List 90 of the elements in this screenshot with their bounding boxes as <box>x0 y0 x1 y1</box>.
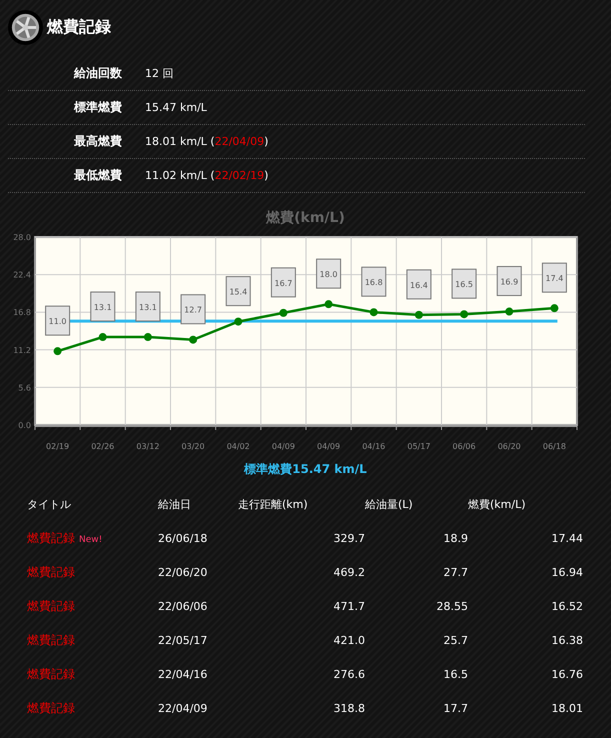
record-link[interactable]: 燃費記録 <box>27 564 75 578</box>
data-label: 18.0 <box>316 258 342 289</box>
chart-title: 燃費(km/L) <box>264 209 346 227</box>
table-cell-text: 18.9 <box>442 532 468 544</box>
table-cell-text: 469.2 <box>332 566 365 578</box>
y-tick-label: 16.8 <box>13 308 31 318</box>
x-tick-label: 06/18 <box>542 442 566 451</box>
data-label: 16.8 <box>361 266 386 297</box>
x-tick-label: 06/20 <box>498 442 521 451</box>
x-tick-label: 04/09 <box>317 442 340 451</box>
data-point <box>370 308 378 316</box>
table-cell-text: 16.52 <box>550 600 583 612</box>
table-cell-text: 25.7 <box>442 634 468 646</box>
data-point <box>460 310 468 318</box>
table-cell-text: 16.5 <box>442 668 468 680</box>
y-tick-label: 28.0 <box>13 233 31 242</box>
x-tick-label: 04/16 <box>362 442 386 451</box>
stat-value: 11.02 km/L (22/02/19) <box>145 169 268 182</box>
table-cell-text: 17.7 <box>442 702 468 714</box>
data-label: 15.4 <box>226 276 251 306</box>
x-tick-label: 03/12 <box>136 442 160 451</box>
data-label: 16.5 <box>452 268 477 299</box>
data-point <box>144 333 152 342</box>
table-cell-text: 318.8 <box>332 702 365 714</box>
data-point <box>54 347 62 356</box>
stat-label: 最低燃費 <box>73 167 122 184</box>
record-link[interactable]: 燃費記録 <box>27 700 75 714</box>
table-cell-text: 22/04/16 <box>158 668 208 680</box>
stat-value: 12 回 <box>145 66 174 81</box>
column-header: 給油量(L) <box>365 497 414 512</box>
y-tick-label: 0.0 <box>18 421 31 430</box>
stat-label: 標準燃費 <box>72 99 122 116</box>
table-cell-text: 16.76 <box>550 668 583 680</box>
record-link[interactable]: 燃費記録 <box>27 632 75 646</box>
new-label: New! <box>79 534 102 544</box>
table-cell-text: 16.94 <box>550 566 583 578</box>
stat-label: 最高燃費 <box>73 133 122 150</box>
record-link[interactable]: 燃費記録 <box>27 530 75 544</box>
x-tick-label: 04/09 <box>272 442 295 451</box>
table-cell-text: 26/06/18 <box>158 532 208 544</box>
standard-caption: 標準燃費15.47 km/L <box>242 461 368 478</box>
y-tick-label: 5.6 <box>18 383 31 392</box>
table-cell-text: 17.44 <box>550 532 583 544</box>
table-cell-text: 276.6 <box>332 668 365 680</box>
table-cell-text: 18.01 <box>550 702 583 714</box>
data-label: 12.7 <box>180 294 206 324</box>
data-label: 13.1 <box>135 292 160 322</box>
data-label: 16.7 <box>270 267 296 298</box>
data-point <box>505 308 514 316</box>
stat-value: 15.47 km/L <box>145 101 207 114</box>
stat-label: 給油回数 <box>72 65 122 82</box>
y-tick-label: 22.4 <box>13 270 31 280</box>
y-tick-label: 11.2 <box>13 346 31 355</box>
x-tick-label: 05/17 <box>407 442 430 451</box>
table-cell-text: 27.7 <box>442 566 468 578</box>
data-point <box>234 318 242 326</box>
page-title: 燃費記録 <box>47 16 111 38</box>
table-cell-text: 16.38 <box>550 634 583 646</box>
column-header: 走行距離(km) <box>238 497 309 512</box>
x-tick-label: 02/26 <box>91 442 114 451</box>
data-point <box>189 336 198 344</box>
data-point <box>550 304 558 312</box>
wheel-icon <box>8 10 43 44</box>
table-cell-text: 329.7 <box>332 532 365 544</box>
x-tick-label: 02/19 <box>46 442 70 451</box>
table-cell-text: 471.7 <box>332 600 365 612</box>
table-cell-text: 22/06/20 <box>158 566 208 578</box>
table-cell-text: 22/04/09 <box>158 702 208 714</box>
record-link[interactable]: 燃費記録 <box>27 598 75 612</box>
data-label: 11.0 <box>45 306 70 336</box>
data-label: 13.1 <box>90 292 116 322</box>
table-cell-text: 22/05/17 <box>158 634 208 646</box>
data-point <box>98 333 107 342</box>
table-cell-text: 421.0 <box>332 634 365 646</box>
data-point <box>414 310 423 319</box>
table-cell-text: 28.55 <box>436 600 468 612</box>
data-label: 16.9 <box>496 266 522 296</box>
column-header: 給油日 <box>158 497 192 512</box>
column-header: タイトル <box>27 497 72 512</box>
data-label: 17.4 <box>542 262 567 293</box>
table-cell-text: 22/06/06 <box>158 600 208 612</box>
data-point <box>324 300 333 308</box>
data-label: 16.4 <box>406 269 432 300</box>
record-link[interactable]: 燃費記録 <box>27 666 75 680</box>
data-point <box>279 308 288 317</box>
x-tick-label: 03/20 <box>182 442 205 451</box>
x-tick-label: 06/06 <box>452 442 476 451</box>
stat-value: 18.01 km/L (22/04/09) <box>145 135 268 148</box>
x-tick-label: 04/02 <box>226 442 250 451</box>
column-header: 燃費(km/L) <box>468 497 527 512</box>
